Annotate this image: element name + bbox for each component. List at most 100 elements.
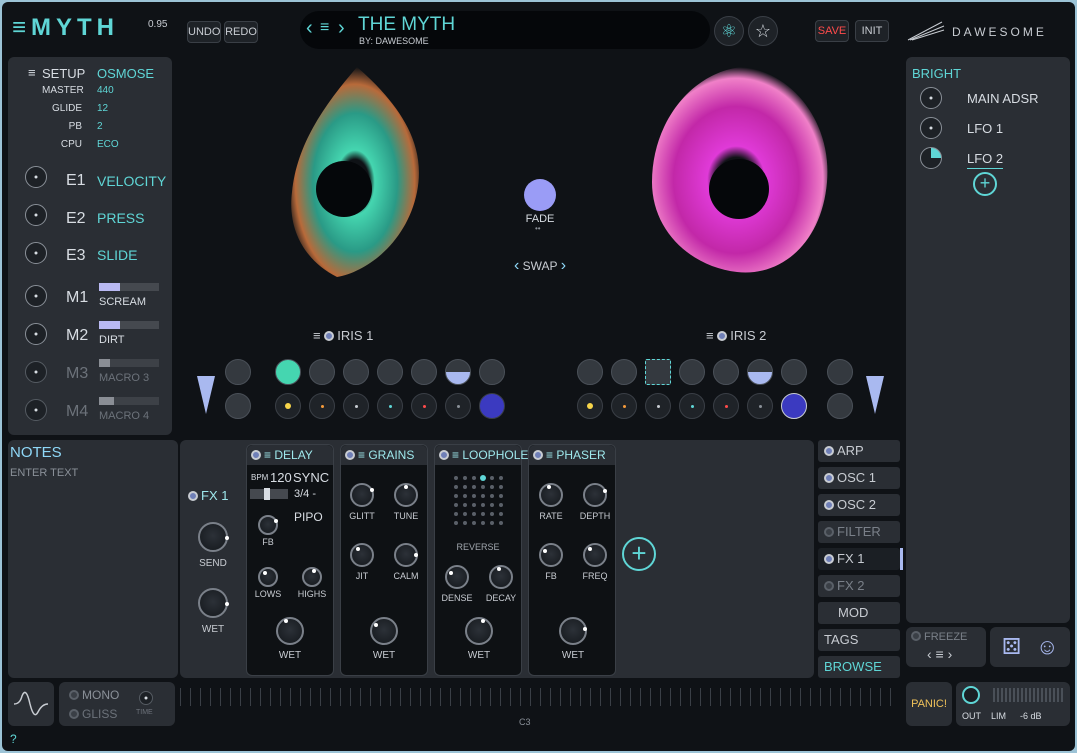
nav-osc2[interactable]: OSC 2 [818,494,900,516]
iris1-visualizer[interactable] [277,62,437,282]
phaser-header[interactable]: ≡ PHASER [529,445,615,465]
loophole-header[interactable]: ≡ LOOPHOLE [435,445,528,465]
delay-time-slider[interactable] [250,488,288,500]
iris1-mod-5[interactable] [411,393,437,419]
delay-toggle[interactable] [251,450,261,460]
iris2-mod-4[interactable] [679,393,705,419]
loophole-dense-knob[interactable] [445,565,469,589]
m3-name[interactable]: MACRO 3 [99,372,149,384]
iris1-shape-x-icon[interactable] [479,359,505,385]
iris2-shape-curve-icon[interactable] [611,359,637,385]
lfo1-knob[interactable] [920,117,942,139]
lfo2-knob[interactable] [920,147,942,169]
iris2-mod-5[interactable] [713,393,739,419]
phaser-wet-knob[interactable] [559,617,587,645]
osc2-toggle[interactable] [824,500,834,510]
m1-knob[interactable] [25,285,47,307]
keyboard-strip[interactable] [180,682,900,728]
phaser-toggle[interactable] [533,450,543,460]
nav-mod[interactable]: MOD [818,602,900,624]
iris2-link-icon[interactable] [827,393,853,419]
iris2-shape-power-icon[interactable] [577,359,603,385]
iris2-mod-6[interactable] [747,393,773,419]
out-knob[interactable] [962,686,980,704]
e2-name[interactable]: PRESS [97,210,144,226]
loophole-reverse[interactable]: REVERSE [448,542,508,552]
iris1-mod-2[interactable] [309,393,335,419]
m2-slider[interactable] [99,321,159,329]
preset-menu-icon[interactable]: ≡ [320,19,329,37]
iris2-toggle[interactable] [717,331,728,341]
filter-toggle[interactable] [824,527,834,537]
nav-osc1[interactable]: OSC 1 [818,467,900,489]
m1-name[interactable]: SCREAM [99,296,146,308]
save-button[interactable]: SAVE [815,20,849,42]
iris2-mod-2[interactable] [611,393,637,419]
m4-name[interactable]: MACRO 4 [99,410,149,422]
m3-knob[interactable] [25,361,47,383]
gliss-toggle[interactable]: GLISS [69,707,117,721]
nav-fx1[interactable]: FX 1 [818,548,900,570]
time-knob[interactable] [139,691,153,705]
favorite-star-icon[interactable]: ☆ [748,16,778,46]
delay-sync[interactable]: SYNC [293,470,329,485]
m2-name[interactable]: DIRT [99,334,124,346]
nav-tags[interactable]: TAGS [818,629,900,651]
iris1-shape-pie-icon[interactable] [275,359,301,385]
freeze-toggle[interactable]: FREEZE [911,631,967,643]
iris1-header[interactable]: ≡ IRIS 1 [313,328,373,343]
nav-filter[interactable]: FILTER [818,521,900,543]
iris2-mod-1[interactable] [577,393,603,419]
iris1-toggle[interactable] [324,331,335,341]
grains-calm-knob[interactable] [394,543,418,567]
loophole-wet-knob[interactable] [465,617,493,645]
init-button[interactable]: INIT [855,20,889,42]
preset-next-icon[interactable]: › [338,17,345,40]
phaser-fb-knob[interactable] [539,543,563,567]
delay-wet-knob[interactable] [276,617,304,645]
iris2-shape-half-icon[interactable] [747,359,773,385]
fx1-toggle[interactable] [188,491,198,501]
iris2-mod-7[interactable] [781,393,807,419]
fx-wet-knob[interactable] [198,588,229,618]
delay-bpm-value[interactable]: 120 [270,470,292,485]
iris2-level-triangle-icon[interactable] [864,374,886,416]
grains-tune-knob[interactable] [394,483,418,507]
phaser-depth-knob[interactable] [583,483,607,507]
setup-value-cpu[interactable]: ECO [97,139,119,150]
phaser-rate-knob[interactable] [539,483,563,507]
iris1-level-triangle-icon[interactable] [195,374,217,416]
setup-value-pb[interactable]: 2 [97,121,103,132]
iris1-mod-4[interactable] [377,393,403,419]
iris2-mod-3[interactable] [645,393,671,419]
e2-knob[interactable] [25,204,47,226]
iris1-mod-7[interactable] [479,393,505,419]
m4-knob[interactable] [25,399,47,421]
e1-name[interactable]: VELOCITY [97,173,166,189]
mono-toggle[interactable]: MONO [69,688,119,702]
delay-header[interactable]: ≡ DELAY [247,445,333,465]
nav-browse[interactable]: BROWSE [818,656,900,678]
osc1-toggle[interactable] [824,473,834,483]
undo-button[interactable]: UNDO [187,21,221,43]
delay-division[interactable]: 3/4 - [294,488,316,500]
add-modulator-icon[interactable]: + [973,172,997,196]
send-knob[interactable] [198,522,229,552]
grains-glitt-knob[interactable] [350,483,374,507]
m1-slider[interactable] [99,283,159,291]
delay-lows-knob[interactable] [258,567,278,587]
iris1-mod-6[interactable] [445,393,471,419]
add-fx-icon[interactable]: + [622,537,656,571]
m3-slider[interactable] [99,359,159,367]
e3-knob[interactable] [25,242,47,264]
grains-header[interactable]: ≡ GRAINS [341,445,427,465]
iris2-visualizer[interactable] [642,62,842,282]
fx1-header[interactable]: FX 1 [188,488,228,503]
iris1-shape-lines-icon[interactable] [377,359,403,385]
iris2-shape-x-icon[interactable] [781,359,807,385]
redo-button[interactable]: REDO [224,21,258,43]
iris1-blend-icon[interactable] [225,359,251,385]
iris1-mod-1[interactable] [275,393,301,419]
e3-name[interactable]: SLIDE [97,247,137,263]
grains-jit-knob[interactable] [350,543,374,567]
